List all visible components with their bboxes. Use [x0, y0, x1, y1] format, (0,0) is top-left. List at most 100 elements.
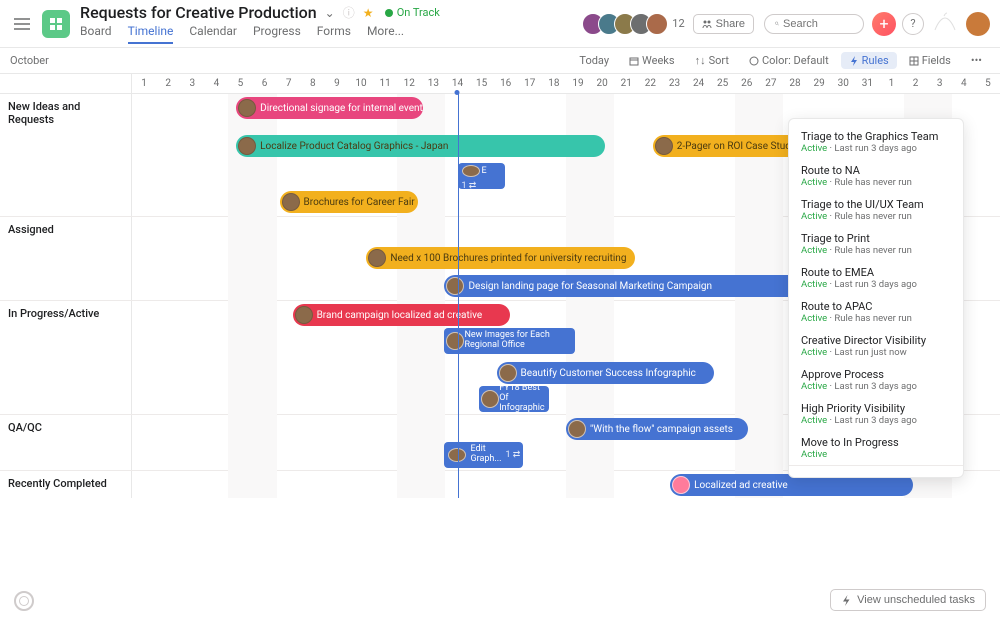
status-badge[interactable]: On Track: [385, 6, 440, 19]
day-column[interactable]: 5: [976, 74, 1000, 93]
section-title[interactable]: New Ideas and Requests: [0, 94, 132, 132]
task-bar[interactable]: Brand campaign localized ad creative: [293, 304, 510, 326]
day-column[interactable]: 1: [132, 74, 156, 93]
task-bar[interactable]: E 1 ⇄: [458, 163, 506, 189]
today-button[interactable]: Today: [571, 52, 617, 69]
day-column[interactable]: 21: [614, 74, 638, 93]
tab-more[interactable]: More...: [367, 24, 404, 44]
day-column[interactable]: 26: [735, 74, 759, 93]
tab-calendar[interactable]: Calendar: [189, 24, 237, 44]
rule-item[interactable]: High Priority VisibilityActive · Last ru…: [789, 397, 963, 431]
section-title[interactable]: QA/QC: [0, 415, 132, 442]
day-column[interactable]: 6: [253, 74, 277, 93]
task-bar[interactable]: New Images for Each Regional Office: [444, 328, 574, 354]
day-column[interactable]: 2: [904, 74, 928, 93]
rule-item[interactable]: Triage to the UI/UX TeamActive · Rule ha…: [789, 193, 963, 227]
section-title[interactable]: Recently Completed: [0, 471, 132, 498]
record-button[interactable]: [14, 591, 34, 611]
info-icon[interactable]: ⓘ: [343, 4, 355, 21]
user-avatar[interactable]: [966, 12, 990, 36]
project-title[interactable]: Requests for Creative Production: [80, 3, 317, 22]
task-bar[interactable]: Localize Product Catalog Graphics - Japa…: [236, 135, 605, 157]
search-input[interactable]: [764, 14, 864, 34]
fields-button[interactable]: Fields: [901, 52, 959, 69]
day-column[interactable]: 16: [494, 74, 518, 93]
rule-item[interactable]: Creative Director VisibilityActive · Las…: [789, 329, 963, 363]
rules-button[interactable]: Rules: [841, 52, 897, 69]
task-bar[interactable]: Brochures for Career Fair: [280, 191, 419, 213]
menu-icon[interactable]: [10, 12, 34, 36]
rules-dropdown: Triage to the Graphics TeamActive · Last…: [788, 118, 964, 478]
chevron-down-icon[interactable]: ⌄: [325, 6, 335, 20]
day-column[interactable]: 14: [445, 74, 469, 93]
day-column[interactable]: 4: [204, 74, 228, 93]
day-column[interactable]: 2: [156, 74, 180, 93]
color-button[interactable]: Color: Default: [741, 52, 837, 69]
task-bar[interactable]: Need x 100 Brochures printed for univers…: [366, 247, 635, 269]
day-column[interactable]: 31: [855, 74, 879, 93]
section-title[interactable]: Assigned: [0, 217, 132, 244]
rule-item[interactable]: Approve ProcessActive · Last run 3 days …: [789, 363, 963, 397]
rule-item[interactable]: Move to In ProgressActive: [789, 431, 963, 465]
avatar-stack[interactable]: 12: [588, 13, 684, 35]
share-button[interactable]: Share: [693, 14, 754, 34]
day-column[interactable]: 24: [687, 74, 711, 93]
day-column[interactable]: 9: [325, 74, 349, 93]
day-column[interactable]: 3: [928, 74, 952, 93]
day-column[interactable]: 7: [277, 74, 301, 93]
tab-board[interactable]: Board: [80, 24, 112, 44]
task-bar[interactable]: Beautify Customer Success Infographic: [497, 362, 714, 384]
day-column[interactable]: 8: [301, 74, 325, 93]
lightning-icon: [841, 595, 852, 606]
day-column[interactable]: 11: [373, 74, 397, 93]
sort-button[interactable]: ↑↓ Sort: [687, 52, 737, 69]
day-column[interactable]: 27: [759, 74, 783, 93]
section-title[interactable]: In Progress/Active: [0, 301, 132, 328]
task-label: Brand campaign localized ad creative: [317, 310, 483, 321]
day-column[interactable]: 13: [421, 74, 445, 93]
task-bar[interactable]: "With the flow" campaign assets: [566, 418, 748, 440]
add-button[interactable]: +: [872, 12, 896, 36]
view-unscheduled-button[interactable]: View unscheduled tasks: [830, 589, 986, 611]
day-column[interactable]: 18: [542, 74, 566, 93]
day-column[interactable]: 12: [397, 74, 421, 93]
assignee-avatar: [446, 277, 464, 295]
help-button[interactable]: ?: [902, 13, 924, 35]
day-column[interactable]: 15: [470, 74, 494, 93]
lightning-icon: [849, 56, 859, 66]
tab-progress[interactable]: Progress: [253, 24, 301, 44]
month-label[interactable]: October: [10, 54, 49, 67]
task-bar[interactable]: Edit Graph... 1 ⇄: [444, 442, 522, 468]
day-column[interactable]: 17: [518, 74, 542, 93]
rule-item[interactable]: Route to EMEAActive · Last run 3 days ag…: [789, 261, 963, 295]
day-column[interactable]: 10: [349, 74, 373, 93]
search-field[interactable]: [783, 18, 853, 30]
tab-timeline[interactable]: Timeline: [128, 24, 174, 44]
day-column[interactable]: 5: [228, 74, 252, 93]
weeks-button[interactable]: Weeks: [621, 52, 683, 69]
more-button[interactable]: •••: [963, 52, 990, 69]
plus-icon: ＋: [801, 474, 812, 478]
day-column[interactable]: 23: [662, 74, 686, 93]
day-column[interactable]: 20: [590, 74, 614, 93]
timeline-toolbar: October Today Weeks ↑↓ Sort Color: Defau…: [0, 48, 1000, 74]
day-column[interactable]: 28: [783, 74, 807, 93]
day-column[interactable]: 29: [807, 74, 831, 93]
task-bar[interactable]: FY18 Best Of Infographic: [479, 386, 548, 412]
rule-item[interactable]: Route to APACActive · Rule has never run: [789, 295, 963, 329]
project-icon[interactable]: [42, 10, 70, 38]
day-column[interactable]: 22: [638, 74, 662, 93]
star-icon[interactable]: ★: [363, 6, 377, 20]
day-column[interactable]: 19: [566, 74, 590, 93]
rule-item[interactable]: Triage to the Graphics TeamActive · Last…: [789, 125, 963, 159]
day-column[interactable]: 30: [831, 74, 855, 93]
day-column[interactable]: 3: [180, 74, 204, 93]
tab-forms[interactable]: Forms: [317, 24, 351, 44]
rule-item[interactable]: Triage to PrintActive · Rule has never r…: [789, 227, 963, 261]
rule-item[interactable]: Route to NAActive · Rule has never run: [789, 159, 963, 193]
day-column[interactable]: 25: [711, 74, 735, 93]
day-column[interactable]: 4: [952, 74, 976, 93]
day-column[interactable]: 1: [879, 74, 903, 93]
add-rule-button[interactable]: ＋ Add rule: [789, 465, 963, 478]
task-bar[interactable]: Directional signage for internal events: [236, 97, 423, 119]
